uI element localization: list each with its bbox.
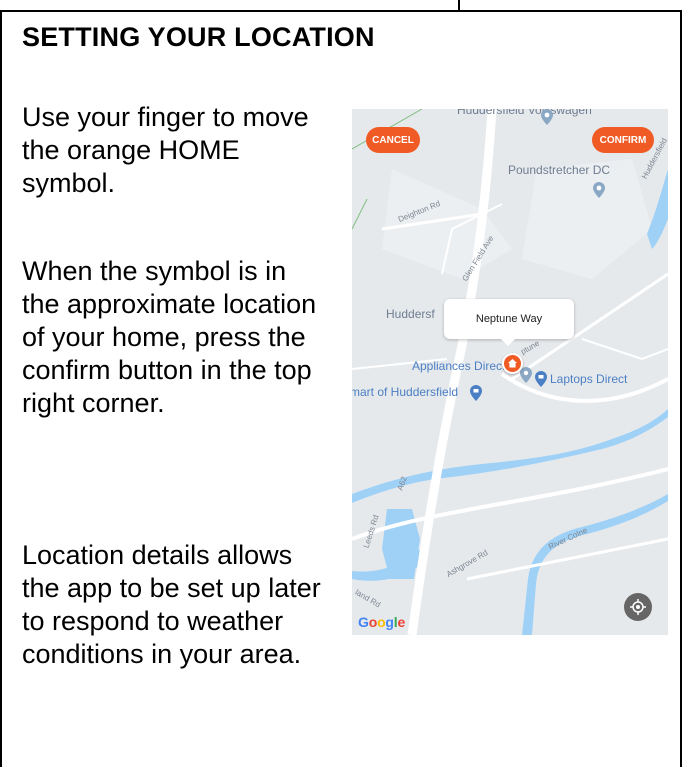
page-title: SETTING YOUR LOCATION <box>22 22 375 52</box>
place-label: Poundstretcher DC <box>508 163 611 177</box>
place-label: Huddersf <box>386 307 435 321</box>
map-pin-icon[interactable] <box>541 109 553 125</box>
map-pin-icon[interactable] <box>470 385 482 401</box>
map-pin-icon[interactable] <box>593 182 605 198</box>
instruction-paragraph-3: Location details allows the app to be se… <box>22 540 321 669</box>
map-pin-icon <box>520 367 532 383</box>
top-border <box>0 10 682 12</box>
home-icon[interactable] <box>502 353 523 374</box>
confirm-button[interactable]: CONFIRM <box>592 127 654 153</box>
place-label: mart of Huddersfield <box>352 385 459 399</box>
cancel-button[interactable]: CANCEL <box>366 127 420 153</box>
place-label: Laptops Direct <box>550 372 628 386</box>
left-border <box>0 10 2 767</box>
instruction-paragraph-1: Use your finger to move the orange HOME … <box>22 102 309 198</box>
popup-label: Neptune Way <box>475 313 543 325</box>
instruction-paragraph-2: When the symbol is in the approximate lo… <box>22 256 317 418</box>
map-pin-icon[interactable] <box>535 371 547 387</box>
map-screenshot[interactable]: Huddersfield Volkswagen Poundstretcher D… <box>352 109 668 635</box>
place-label: Huddersfield Volkswagen <box>457 109 592 117</box>
google-logo: Google <box>358 614 406 630</box>
location-popup: Neptune Way <box>444 299 574 346</box>
place-label: Appliances Direct <box>412 359 506 373</box>
my-location-icon[interactable] <box>624 593 652 621</box>
top-divider <box>458 0 460 12</box>
